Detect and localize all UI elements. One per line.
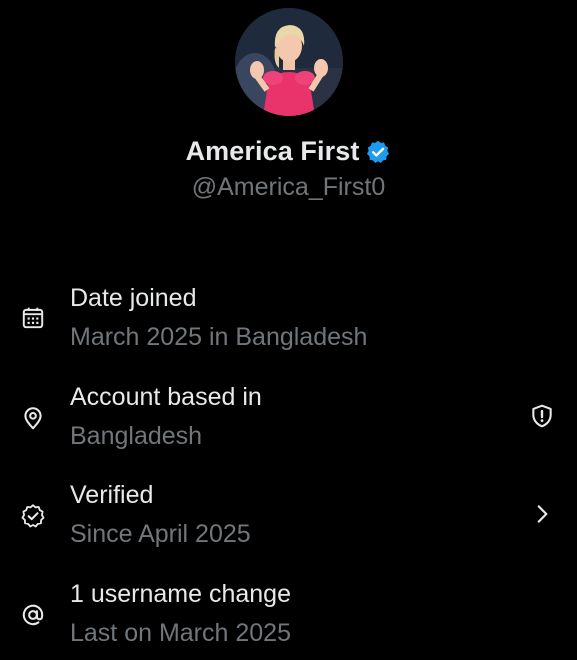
verified-badge-icon[interactable]	[365, 139, 391, 165]
at-sign-icon	[22, 604, 44, 626]
username-change-item: 1 username change Last on March 2025	[0, 580, 577, 660]
verified-badge-outline-icon	[21, 504, 45, 528]
location-pin-icon	[24, 407, 42, 430]
verified-title: Verified	[70, 481, 154, 509]
calendar-icon	[22, 307, 44, 329]
verified-item[interactable]: Verified Since April 2025	[0, 481, 577, 561]
avatar[interactable]	[235, 8, 343, 116]
username-change-title: 1 username change	[70, 580, 291, 608]
date-joined-title: Date joined	[70, 284, 197, 312]
handle: @America_First0	[191, 173, 386, 201]
display-name: America First	[185, 135, 360, 166]
date-joined-item: Date joined March 2025 in Bangladesh	[0, 284, 577, 364]
chevron-right-icon[interactable]	[529, 501, 555, 527]
name-row: America First	[0, 133, 577, 169]
date-joined-value: March 2025 in Bangladesh	[70, 323, 368, 351]
verified-value: Since April 2025	[70, 520, 251, 548]
username-change-value: Last on March 2025	[70, 619, 291, 647]
profile-header: America First @America_First0	[0, 0, 577, 230]
shield-alert-icon[interactable]	[529, 403, 555, 429]
account-based-in-item[interactable]: Account based in Bangladesh	[0, 383, 577, 463]
avatar-image	[235, 8, 343, 116]
account-based-in-value: Bangladesh	[70, 422, 203, 450]
account-based-in-title: Account based in	[70, 383, 262, 411]
